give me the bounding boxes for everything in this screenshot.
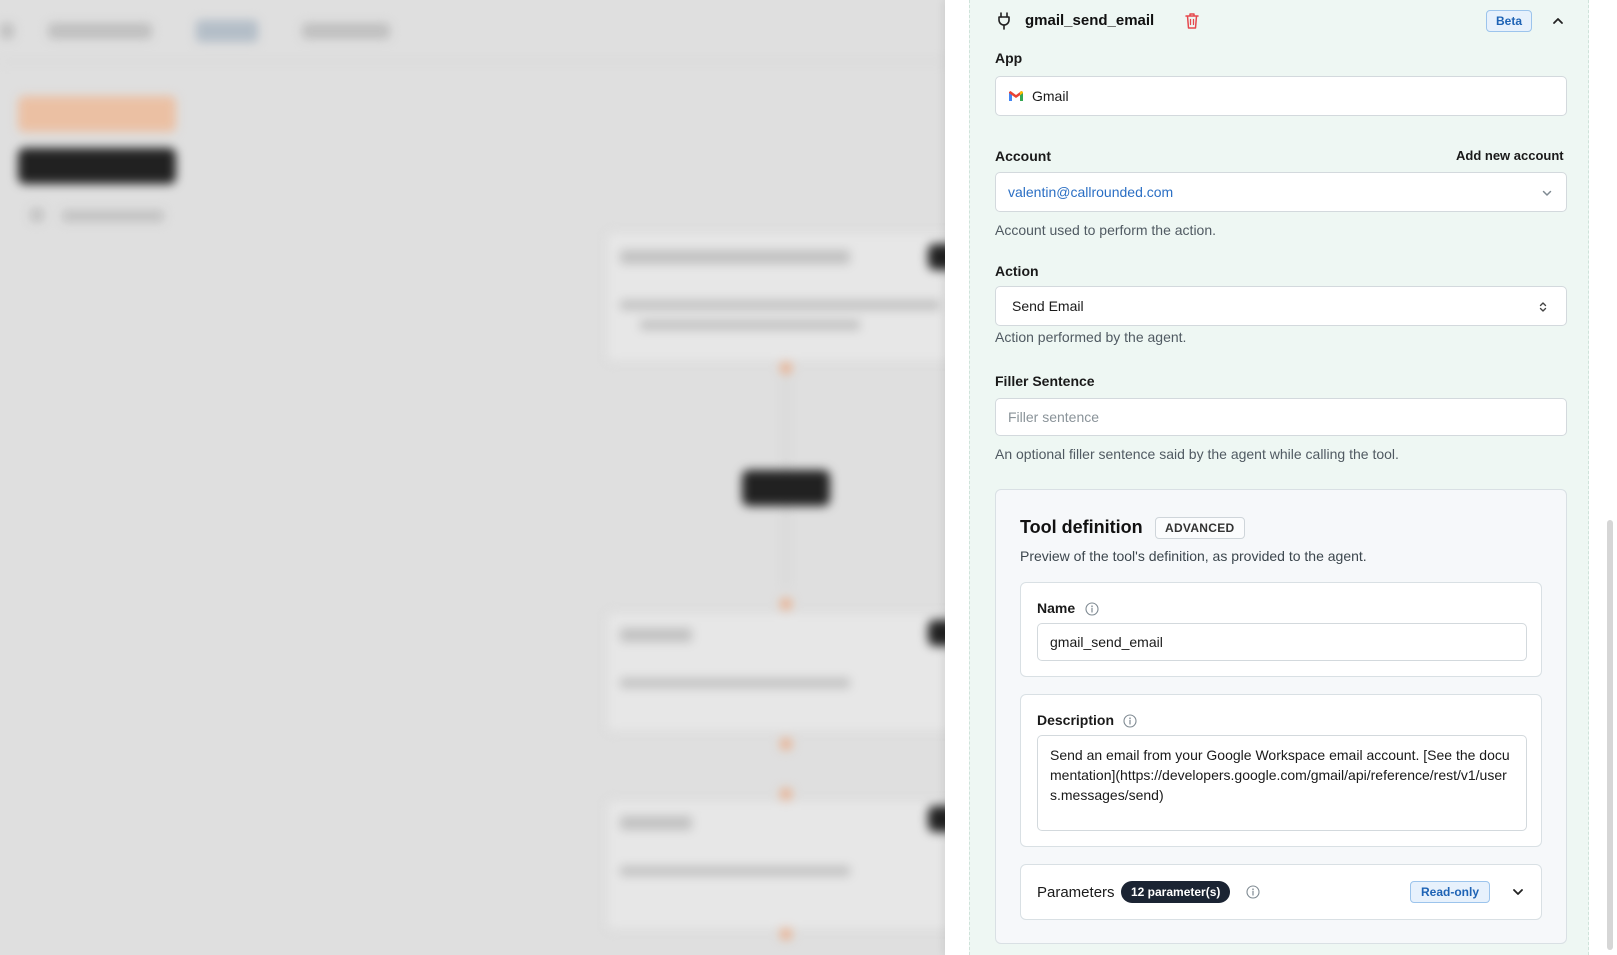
chevron-down-icon[interactable]: [1511, 885, 1525, 899]
tool-definition-subtitle: Preview of the tool's definition, as pro…: [1020, 548, 1367, 564]
action-help-text: Action performed by the agent.: [995, 329, 1187, 345]
info-icon[interactable]: [1085, 602, 1099, 616]
tool-description-card: Description Send an email from your Goog…: [1020, 694, 1542, 847]
parameters-label: Parameters: [1037, 884, 1115, 901]
tool-parameters-card[interactable]: Parameters 12 parameter(s) Read-only: [1020, 864, 1542, 920]
tool-header[interactable]: gmail_send_email Beta: [970, 0, 1590, 42]
chevron-updown-icon: [1539, 302, 1547, 312]
tool-description-label: Description: [1037, 712, 1115, 728]
filler-sentence-field[interactable]: [995, 398, 1567, 436]
tool-name-value: gmail_send_email: [1050, 634, 1163, 650]
filler-sentence-label: Filler Sentence: [995, 373, 1095, 389]
modal-overlay[interactable]: [0, 0, 945, 955]
account-help-text: Account used to perform the action.: [995, 222, 1217, 238]
read-only-badge: Read-only: [1410, 881, 1491, 903]
tool-name-card: Name gmail_send_email: [1020, 582, 1542, 677]
tool-name-field[interactable]: gmail_send_email: [1037, 623, 1527, 661]
beta-badge: Beta: [1486, 10, 1533, 32]
add-new-account-link[interactable]: Add new account: [1456, 148, 1564, 163]
workflow-canvas-backdrop: [0, 0, 945, 955]
tool-settings-panel: gmail_send_email Beta App Gmail Account: [945, 0, 1617, 955]
app-value: Gmail: [1032, 88, 1069, 104]
panel-scrollbar[interactable]: [1607, 520, 1613, 950]
app-field[interactable]: Gmail: [995, 76, 1567, 116]
plug-icon: [998, 12, 1010, 30]
tool-name-label: Name: [1037, 600, 1076, 616]
tool-definition-title: Tool definition: [1020, 517, 1143, 537]
trash-icon[interactable]: [1184, 12, 1200, 30]
advanced-badge: ADVANCED: [1155, 517, 1245, 539]
chevron-up-icon[interactable]: [1550, 13, 1566, 29]
tool-definition-section: Tool definition ADVANCED Preview of the …: [995, 489, 1567, 944]
action-select[interactable]: Send Email: [995, 286, 1567, 326]
account-select[interactable]: valentin@callrounded.com: [995, 172, 1567, 212]
chevron-down-icon: [1542, 190, 1552, 196]
info-icon[interactable]: [1123, 714, 1137, 728]
tool-name-title: gmail_send_email: [1025, 12, 1155, 29]
action-label: Action: [995, 263, 1039, 279]
gmail-logo-icon: [1009, 91, 1023, 101]
parameters-count-badge: 12 parameter(s): [1121, 881, 1231, 903]
tool-description-textarea[interactable]: Send an email from your Google Workspace…: [1037, 735, 1527, 831]
account-value: valentin@callrounded.com: [1008, 184, 1174, 200]
filler-help-text: An optional filler sentence said by the …: [995, 446, 1399, 462]
app-label: App: [995, 50, 1023, 66]
action-value: Send Email: [1012, 298, 1084, 314]
account-label: Account: [995, 148, 1051, 164]
info-icon[interactable]: [1246, 885, 1260, 899]
tool-config-card: gmail_send_email Beta App Gmail Account: [969, 0, 1589, 955]
filler-sentence-input[interactable]: [996, 399, 1566, 435]
